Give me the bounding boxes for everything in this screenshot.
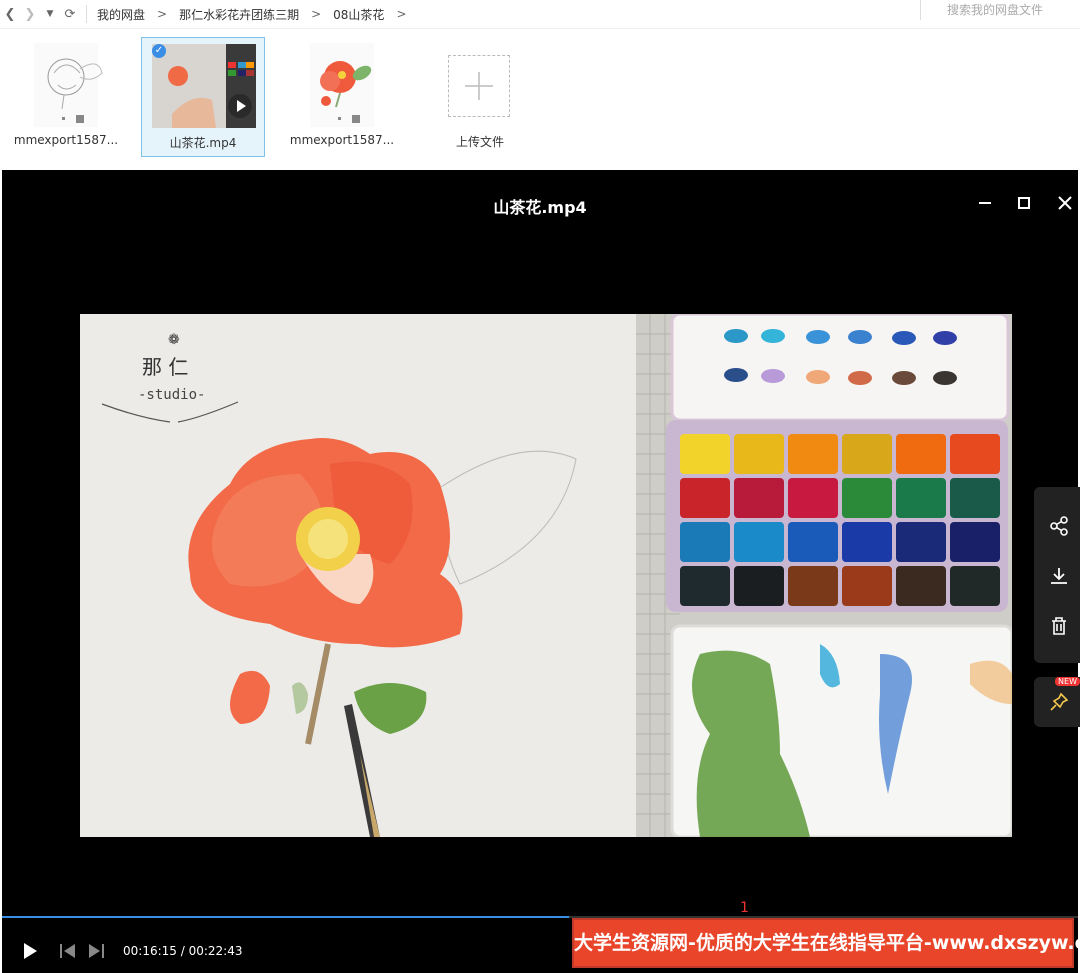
share-icon[interactable] [1048,515,1070,537]
chevron-right-icon: > [396,7,407,21]
chevron-right-icon: > [311,7,322,21]
breadcrumb-item-root[interactable]: 我的网盘 [91,6,151,23]
file-tile-image-1[interactable]: mmexport1587... [4,37,128,157]
breadcrumb-item-course[interactable]: 那仁水彩花卉团练三期 [173,6,305,23]
minimize-icon[interactable] [974,192,996,214]
progress-fill [2,916,569,918]
back-icon[interactable]: ❮ [0,4,20,24]
nav-bar: ❮ ❯ ▼ ⟳ 我的网盘 > 那仁水彩花卉团练三期 > 08山茶花 > 搜索我的… [0,0,1080,29]
camellia-painting-thumbnail [310,43,374,127]
file-tile-image-2[interactable]: mmexport1587... [280,37,404,157]
flower-sketch-thumbnail [34,43,103,127]
file-name: mmexport1587... [13,133,119,147]
next-icon[interactable] [86,942,106,960]
video-player: 山茶花.mp4 ❁ 那 仁 -studio- 1 [2,170,1078,973]
studio-sub: -studio- [138,387,205,403]
play-icon[interactable] [20,940,40,962]
file-grid: mmexport1587... ✓ 山茶花.mp4 mmexport1587..… [0,29,1080,169]
watermark-banner: 大学生资源网-优质的大学生在线指导平台-www.dxszyw.cn [572,918,1080,968]
trash-icon[interactable] [1048,615,1070,637]
checkbox-checked-icon[interactable]: ✓ [152,44,166,58]
upload-file-tile[interactable]: 上传文件 [418,37,542,157]
close-icon[interactable] [1054,192,1076,214]
pin-icon[interactable] [1048,691,1070,713]
add-icon[interactable] [448,55,510,117]
search-input[interactable]: 搜索我的网盘文件 [920,0,1080,20]
chevron-right-icon: > [157,7,168,21]
breadcrumb: 我的网盘 > 那仁水彩花卉团练三期 > 08山茶花 > [91,6,413,23]
file-name: mmexport1587... [289,133,395,147]
studio-mark: ❁ [168,332,180,348]
maximize-icon[interactable] [1013,192,1035,214]
playback-marker: 1 [740,900,749,916]
side-toolbar [1034,487,1080,663]
forward-icon[interactable]: ❯ [20,4,40,24]
breadcrumb-item-folder[interactable]: 08山茶花 [327,6,390,23]
studio-brand: 那 仁 [142,355,188,379]
previous-icon[interactable] [58,942,78,960]
download-icon[interactable] [1048,565,1070,587]
history-dropdown-icon[interactable]: ▼ [40,4,60,24]
divider [86,5,87,23]
refresh-icon[interactable]: ⟳ [60,4,80,24]
player-title: 山茶花.mp4 [493,198,587,217]
video-frame[interactable]: ❁ 那 仁 -studio- [80,314,1012,837]
video-thumbnail [152,44,256,128]
new-badge: NEW [1055,677,1080,686]
upload-label: 上传文件 [455,135,504,149]
file-tile-video[interactable]: ✓ 山茶花.mp4 [141,37,265,157]
file-name: 山茶花.mp4 [169,136,237,150]
pin-panel: NEW [1034,677,1080,727]
time-display: 00:16:15 / 00:22:43 [123,944,243,958]
